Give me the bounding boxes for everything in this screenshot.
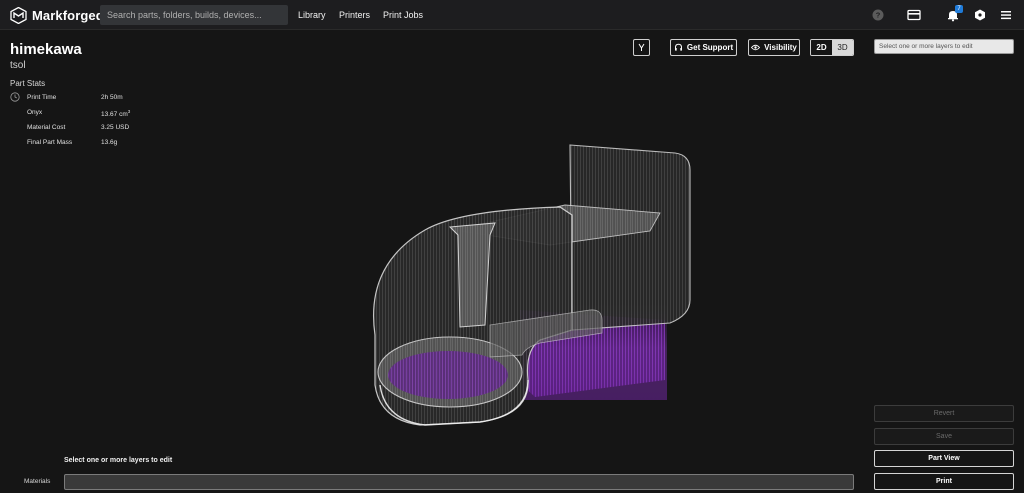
view-mode-toggle[interactable]: 2D 3D <box>810 39 854 56</box>
part-view-button[interactable]: Part View <box>874 450 1014 467</box>
hexagon-icon[interactable] <box>973 8 987 22</box>
headset-icon <box>674 43 682 51</box>
mode-3d-button[interactable]: 3D <box>832 40 853 55</box>
nav-library[interactable]: Library <box>298 10 326 20</box>
base-infill-texture <box>388 351 508 399</box>
onyx-value: 13.67 cm3 <box>101 109 131 119</box>
onyx-label: Onyx <box>27 109 43 116</box>
eye-icon <box>751 44 761 51</box>
top-navigation-bar: Markforged Library Printers Print Jobs ?… <box>0 0 1024 30</box>
mode-2d-button[interactable]: 2D <box>811 40 832 55</box>
part-owner: tsol <box>10 60 26 71</box>
svg-text:?: ? <box>876 11 881 20</box>
menu-icon[interactable] <box>999 8 1013 22</box>
print-time-value: 2h 50m <box>101 94 123 101</box>
version-button[interactable] <box>633 39 650 56</box>
clock-icon <box>10 92 20 102</box>
help-icon[interactable]: ? <box>871 8 885 22</box>
materials-bar[interactable] <box>64 474 854 490</box>
layer-select-input[interactable] <box>874 39 1014 54</box>
branch-icon <box>638 43 645 51</box>
search-input[interactable] <box>100 5 288 25</box>
part-stats-heading: Part Stats <box>10 79 46 88</box>
materials-label: Materials <box>24 478 51 485</box>
material-cost-value: 3.25 USD <box>101 124 130 131</box>
visibility-label: Visibility <box>764 43 797 52</box>
part-title: himekawa <box>10 41 82 58</box>
markforged-logo-icon <box>10 6 27 24</box>
save-button[interactable]: Save <box>874 428 1014 445</box>
brand-logo[interactable]: Markforged <box>10 6 104 24</box>
revert-button[interactable]: Revert <box>874 405 1014 422</box>
final-part-mass-label: Final Part Mass <box>27 139 73 146</box>
get-support-label: Get Support <box>686 43 734 52</box>
material-cost-label: Material Cost <box>27 124 66 131</box>
print-time-label: Print Time <box>27 94 57 101</box>
part-3d-viewport[interactable] <box>340 135 710 435</box>
get-support-button[interactable]: Get Support <box>670 39 737 56</box>
nav-print-jobs[interactable]: Print Jobs <box>383 10 423 20</box>
final-part-mass-value: 13.6g <box>101 139 118 146</box>
brand-name: Markforged <box>32 7 104 23</box>
display-icon[interactable] <box>907 8 921 22</box>
print-button[interactable]: Print <box>874 473 1014 490</box>
layer-edit-hint: Select one or more layers to edit <box>64 457 173 464</box>
nav-printers[interactable]: Printers <box>339 10 370 20</box>
visibility-button[interactable]: Visibility <box>748 39 800 56</box>
notification-badge: 7 <box>955 5 963 13</box>
